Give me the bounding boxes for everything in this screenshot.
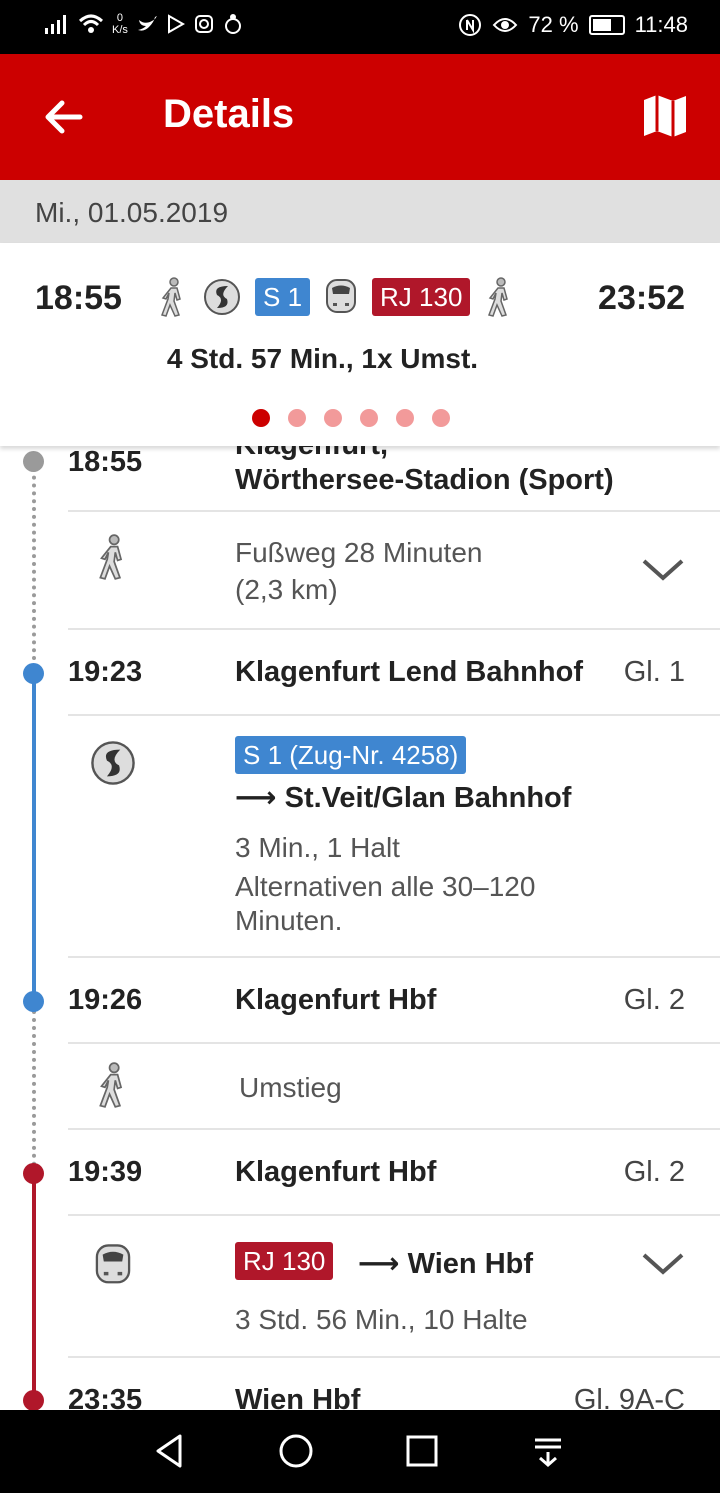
rj-duration: 3 Std. 56 Min., 10 Halte: [235, 1304, 528, 1335]
wifi-icon: [78, 14, 104, 33]
stop-station: Klagenfurt Hbf: [235, 1156, 437, 1188]
s1-alternatives: Alternativen alle 30–120: [235, 871, 536, 902]
summary-duration: 4 Std. 57 Min., 1x Umst.: [166, 343, 479, 374]
play-store-icon: [167, 14, 185, 34]
train-icon: [326, 279, 357, 313]
stop-node: [23, 991, 44, 1012]
recents-square-icon[interactable]: [401, 1430, 443, 1472]
home-circle-icon[interactable]: [275, 1430, 317, 1472]
itinerary: 18:55 Klagenfurt, Wörthersee-Stadion (Sp…: [0, 446, 720, 1410]
arrow-left-icon[interactable]: [40, 94, 86, 140]
train-icon: [95, 1244, 131, 1284]
transfer-label: Umstieg: [239, 1072, 342, 1103]
stop-station: Klagenfurt Lend Bahnhof: [235, 656, 583, 688]
page-title: Details: [163, 92, 295, 136]
stop-platform: Gl. 9A-C: [573, 1384, 685, 1410]
summary-arrival-time: 23:52: [598, 279, 685, 317]
rj-direction: ⟶ Wien Hbf: [358, 1248, 534, 1280]
walk-icon: [161, 277, 181, 317]
clock: 11:48: [634, 12, 688, 37]
page-dot[interactable]: [396, 409, 414, 427]
s1-line-badge: S 1 (Zug-Nr. 4258): [235, 736, 467, 774]
stop-station-line2: Wörthersee-Stadion (Sport): [235, 464, 614, 496]
chevron-down-icon[interactable]: [640, 556, 686, 584]
stop-time: 19:39: [68, 1156, 143, 1188]
walk-icon: [99, 534, 123, 580]
battery-percent: 72 %: [528, 12, 579, 37]
twitter-icon: [137, 16, 157, 31]
stop-station-line1: Klagenfurt,: [235, 446, 388, 462]
stop-platform: Gl. 1: [623, 656, 685, 688]
walk-icon: [99, 1062, 123, 1108]
notification-pull-icon[interactable]: [527, 1430, 569, 1472]
app-bar: Details: [0, 54, 720, 180]
s-bahn-icon: [204, 279, 240, 315]
connection-summary[interactable]: 18:55 S 1 RJ 130 23:52 4 Std. 57 Min., 1…: [0, 243, 720, 446]
walk-icon: [488, 277, 509, 317]
s1-alternatives-cont: Minuten.: [235, 905, 343, 936]
walk-segment-line: [32, 460, 36, 676]
stop-node: [23, 1390, 44, 1410]
net-speed-value: 0: [116, 12, 124, 24]
stop-time: 23:35: [68, 1384, 143, 1410]
page-dot[interactable]: [360, 409, 378, 427]
stop-node: [23, 451, 44, 472]
battery-icon: [588, 15, 625, 35]
stop-time: 18:55: [68, 446, 143, 478]
rj-leg-row[interactable]: [68, 1214, 720, 1358]
date-bar: Mi., 01.05.2019: [0, 180, 720, 243]
eye-icon: [493, 18, 518, 32]
back-triangle-icon[interactable]: [150, 1430, 192, 1472]
s1-segment-line: [32, 674, 36, 1002]
summary-s1-badge: S 1: [255, 278, 311, 316]
system-nav-bar: [0, 1410, 720, 1493]
rj-segment-line: [32, 1174, 36, 1404]
stop-time: 19:26: [68, 984, 143, 1016]
page-indicator[interactable]: [0, 409, 702, 427]
summary-rj-badge: RJ 130: [372, 278, 471, 316]
nfc-icon: [459, 14, 482, 36]
transfer-segment-line: [32, 1002, 36, 1174]
page-dot[interactable]: [432, 409, 450, 427]
bug-icon: [224, 14, 241, 34]
s1-duration: 3 Min., 1 Halt: [235, 832, 400, 863]
map-icon[interactable]: [640, 90, 690, 140]
chevron-down-icon[interactable]: [640, 1250, 686, 1278]
walk-distance: (2,3 km): [235, 574, 338, 605]
date-label: Mi., 01.05.2019: [35, 197, 229, 228]
page-dot[interactable]: [324, 409, 342, 427]
transfer-row: [68, 1042, 720, 1130]
s-bahn-icon: [91, 741, 135, 785]
stop-node: [23, 663, 44, 684]
summary-departure-time: 18:55: [35, 279, 122, 317]
stop-platform: Gl. 2: [623, 984, 685, 1016]
instagram-icon: [194, 15, 213, 33]
walk-leg-row[interactable]: [68, 510, 720, 630]
stop-time: 19:23: [68, 656, 143, 688]
stop-station: Wien Hbf: [235, 1384, 361, 1410]
page-dot[interactable]: [288, 409, 306, 427]
rj-line-badge: RJ 130: [235, 1242, 334, 1280]
signal-icon: [45, 15, 66, 34]
status-left: 0 K/s: [44, 12, 244, 36]
walk-duration: Fußweg 28 Minuten: [235, 537, 483, 568]
status-right: 72 % 11:48: [458, 12, 688, 38]
s1-direction: ⟶ St.Veit/Glan Bahnhof: [235, 782, 572, 814]
page-dot[interactable]: [252, 409, 270, 427]
net-speed: 0 K/s: [112, 12, 128, 36]
summary-legs: S 1 RJ 130: [157, 277, 516, 317]
stop-station: Klagenfurt Hbf: [235, 984, 437, 1016]
stop-platform: Gl. 2: [623, 1156, 685, 1188]
net-speed-unit: K/s: [112, 24, 128, 36]
stop-node: [23, 1163, 44, 1184]
status-bar: 0 K/s 72 % 11:48: [0, 0, 720, 54]
